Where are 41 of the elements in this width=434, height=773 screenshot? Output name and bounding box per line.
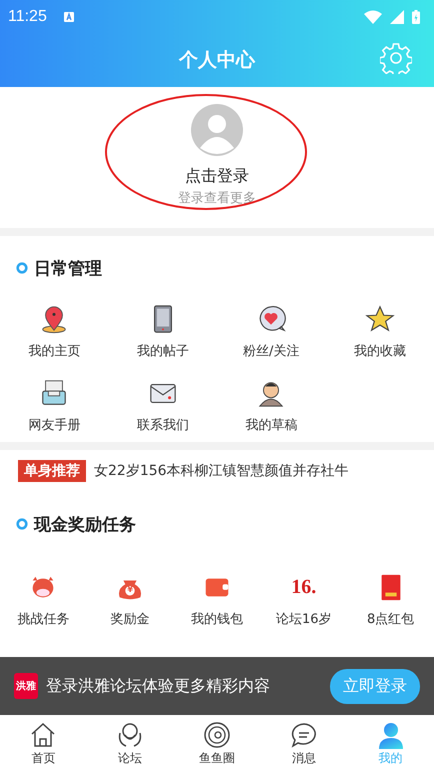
menu-item[interactable]: 我的收藏 bbox=[326, 302, 434, 360]
status-time: 11:25 bbox=[8, 8, 47, 26]
battery-icon bbox=[412, 10, 420, 24]
login-link[interactable]: 点击登录 bbox=[185, 166, 249, 187]
star-icon bbox=[364, 304, 395, 334]
chat-icon bbox=[290, 721, 318, 749]
task-item[interactable]: 16. 论坛16岁 bbox=[260, 570, 348, 628]
notification-icon bbox=[62, 10, 75, 22]
task-item[interactable]: 8点红包 bbox=[347, 570, 434, 628]
avatar-icon[interactable] bbox=[191, 104, 243, 156]
recommend-tag: 单身推荐 bbox=[18, 460, 86, 482]
signal-icon bbox=[390, 10, 404, 24]
number-label: 16. bbox=[291, 576, 316, 598]
bullet-icon bbox=[16, 518, 28, 530]
banner-text: 登录洪雅论坛体验更多精彩内容 bbox=[46, 676, 271, 696]
menu-item[interactable]: 联系我们 bbox=[108, 376, 217, 434]
tab-item[interactable]: 消息 bbox=[260, 715, 348, 773]
task-item[interactable]: 我的钱包 bbox=[174, 570, 260, 628]
yen-sign: ¥ bbox=[127, 586, 133, 594]
task-item[interactable]: ¥ 奖励金 bbox=[86, 570, 174, 628]
tab-item[interactable]: 鱼鱼圈 bbox=[174, 715, 260, 773]
menu-item[interactable]: 我的草稿 bbox=[217, 376, 326, 434]
menu-item[interactable]: 我的主页 bbox=[0, 302, 108, 360]
tab-item[interactable]: 论坛 bbox=[86, 715, 174, 773]
section-title: 日常管理 bbox=[34, 258, 102, 280]
page-title: 个人中心 bbox=[179, 48, 255, 73]
task-item[interactable]: 挑战任务 bbox=[0, 570, 87, 628]
tab-item[interactable]: 首页 bbox=[0, 715, 87, 773]
menu-item[interactable]: 我的帖子 bbox=[108, 302, 217, 360]
login-hint: 登录查看更多 bbox=[178, 190, 256, 207]
news-headline[interactable]: 女22岁156本科柳江镇智慧颜值并存社牛 bbox=[94, 462, 349, 480]
home-icon bbox=[29, 721, 58, 749]
menu-item[interactable]: 网友手册 bbox=[0, 376, 108, 434]
menu-item[interactable]: 粉丝/关注 bbox=[217, 302, 326, 360]
settings-icon[interactable] bbox=[380, 42, 412, 74]
person-icon bbox=[376, 721, 405, 749]
bullet-icon bbox=[16, 262, 28, 274]
wifi-icon bbox=[364, 10, 382, 24]
orbit-icon bbox=[202, 721, 231, 749]
app-logo: 洪雅 bbox=[14, 673, 38, 699]
section-title: 现金奖励任务 bbox=[34, 514, 136, 536]
